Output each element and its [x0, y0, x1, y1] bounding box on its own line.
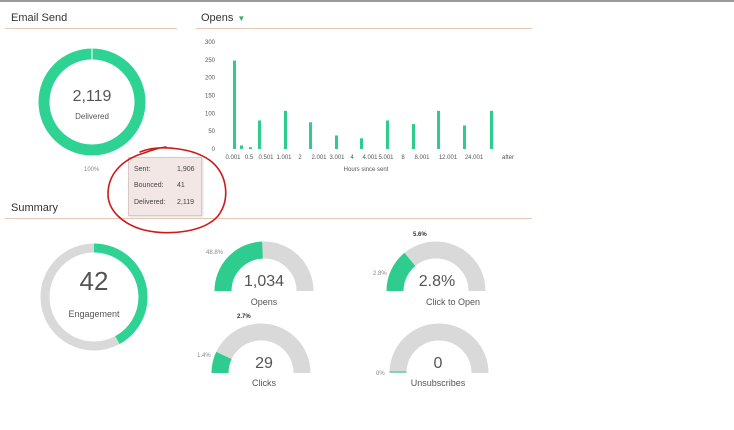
x-tick-label: 24.001	[465, 155, 484, 161]
x-tick-label: 12.001	[439, 155, 458, 161]
annotation-stroke	[107, 146, 227, 234]
delivered-label: Delivered	[75, 112, 109, 121]
clicks-gauge-value: 29	[255, 355, 273, 372]
x-tick-label: 8	[401, 155, 405, 161]
x-axis-label: Hours since sent	[344, 167, 389, 173]
opens-gauge-value: 1,034	[243, 273, 285, 290]
bar[interactable]	[412, 124, 415, 149]
clicks-gauge-label: Clicks	[252, 378, 276, 388]
click-to-open-gauge-label: Click to Open	[425, 297, 481, 307]
click-to-open-top-percent: 5.6%	[413, 232, 427, 238]
x-tick-label: 4	[350, 155, 354, 161]
bar[interactable]	[386, 120, 389, 149]
x-tick-label: 2.001	[311, 155, 327, 161]
y-tick-label: 150	[205, 94, 216, 100]
bar[interactable]	[490, 110, 493, 149]
top-border	[0, 0, 734, 2]
click-to-open-left-percent: 2.8%	[373, 271, 387, 277]
x-tick-label: after	[502, 155, 514, 161]
opens-bar-chart: 0501001502002503000.001 0.5 0.501 1.001 2 2.0…	[205, 40, 514, 173]
bar[interactable]	[233, 60, 236, 149]
dropdown-caret-icon[interactable]: ▼	[237, 14, 245, 23]
email-send-title: Email Send	[11, 12, 68, 24]
y-tick-label: 100	[205, 111, 216, 117]
x-tick-label: 2	[298, 155, 302, 161]
opens-divider	[196, 28, 532, 29]
x-tick-label: 8.001	[414, 155, 430, 161]
engagement-label: Engagement	[68, 309, 120, 319]
y-tick-label: 250	[205, 58, 216, 64]
bar[interactable]	[437, 110, 440, 149]
unsubscribes-gauge-label: Unsubscribes	[410, 378, 466, 388]
x-tick-label: 0.5	[245, 155, 254, 161]
summary-title: Summary	[11, 202, 59, 214]
x-tick-label: 0.501	[258, 155, 274, 161]
bar[interactable]	[360, 138, 363, 149]
x-tick-label: 5.001	[378, 155, 394, 161]
x-tick-label: 1.001	[276, 155, 292, 161]
y-tick-label: 300	[205, 40, 216, 46]
y-tick-label: 50	[208, 129, 215, 135]
unsubscribes-gauge-value: 0	[433, 355, 443, 372]
opens-title[interactable]: Opens ▼	[201, 12, 245, 24]
y-tick-label: 200	[205, 76, 216, 82]
engagement-donut	[40, 243, 148, 351]
delivered-percent: 100%	[84, 167, 100, 173]
click-to-open-gauge-value: 2.8%	[418, 273, 456, 290]
clicks-left-percent: 1.4%	[197, 353, 211, 359]
bar[interactable]	[258, 120, 261, 149]
x-tick-label: 3.001	[329, 155, 345, 161]
engagement-value: 42	[79, 266, 109, 296]
red-annotation-circle	[107, 146, 227, 234]
x-tick-label: 4.001	[362, 155, 378, 161]
opens-gauge-label: Opens	[250, 297, 278, 307]
email-send-divider	[5, 28, 177, 29]
opens-title-text: Opens	[201, 12, 234, 24]
opens-gauge-percent: 48.8%	[206, 250, 224, 256]
delivered-value: 2,119	[72, 88, 112, 105]
bar[interactable]	[309, 122, 312, 149]
bar[interactable]	[463, 125, 466, 149]
summary-divider	[5, 218, 532, 219]
bar[interactable]	[240, 145, 243, 149]
unsubscribes-left-percent: 0%	[376, 371, 385, 377]
bar[interactable]	[249, 147, 252, 149]
bar[interactable]	[284, 110, 287, 149]
clicks-top-percent: 2.7%	[237, 314, 251, 320]
bar[interactable]	[335, 135, 338, 149]
